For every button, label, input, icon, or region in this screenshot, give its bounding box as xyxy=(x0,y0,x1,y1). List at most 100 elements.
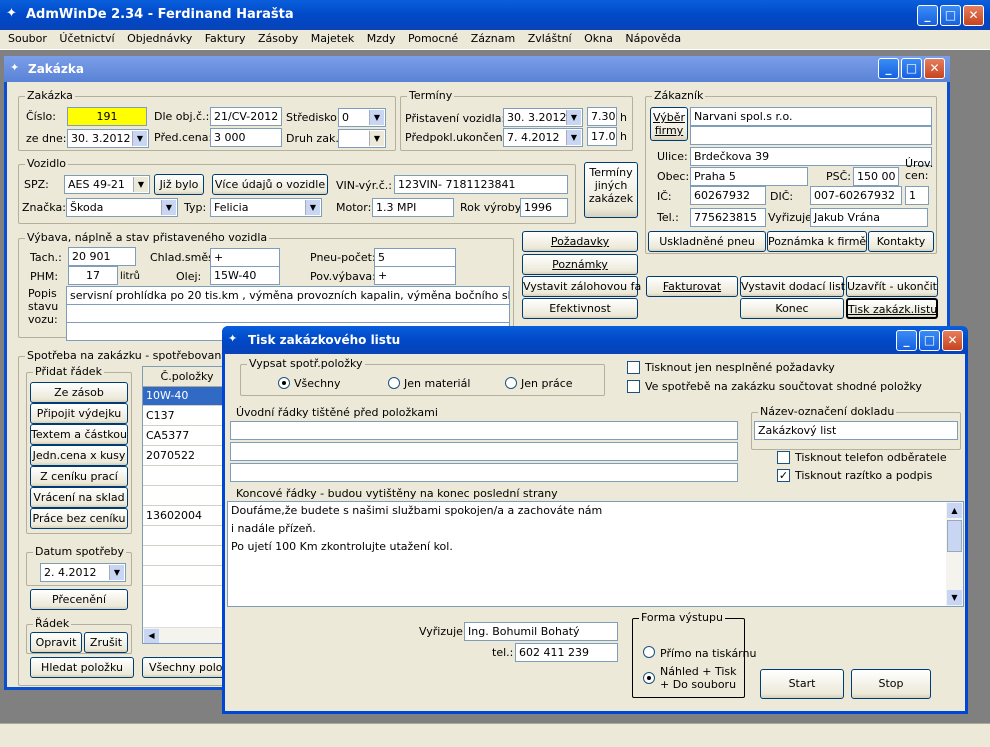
menu-zvlastni[interactable]: Zvláštní xyxy=(528,32,572,45)
scroll-left-icon[interactable]: ◀ xyxy=(144,629,159,643)
radio-jen-material[interactable] xyxy=(388,377,400,389)
uvodni-line-2[interactable] xyxy=(230,442,738,461)
minimize-button[interactable]: _ xyxy=(917,5,938,26)
pozadavky-button[interactable]: Požadavky xyxy=(522,231,638,252)
urov-field[interactable]: 1 xyxy=(905,186,929,205)
zakazka-maximize-button[interactable]: □ xyxy=(901,58,922,79)
efektivnost-button[interactable]: Efektivnost xyxy=(522,298,638,319)
prace-bez-ceniku-button[interactable]: Práce bez ceníku xyxy=(30,508,128,529)
koncovy-radek[interactable] xyxy=(228,592,945,606)
checkbox-telefon[interactable] xyxy=(777,451,790,464)
phm-field[interactable]: 17 xyxy=(68,266,118,285)
chevron-down-icon[interactable]: ▼ xyxy=(109,565,124,580)
koncovy-radek[interactable]: i nadále přízeň. xyxy=(228,520,945,539)
stop-button[interactable]: Stop xyxy=(851,669,931,699)
olej-field[interactable]: 15W-40 xyxy=(210,266,280,285)
radio-tiskarna[interactable] xyxy=(643,646,655,658)
opravit-button[interactable]: Opravit xyxy=(30,632,82,653)
menu-soubor[interactable]: Soubor xyxy=(8,32,47,45)
radio-vsechny[interactable] xyxy=(278,377,290,389)
kontakty-button[interactable]: Kontakty xyxy=(868,231,934,252)
menu-okna[interactable]: Okna xyxy=(584,32,613,45)
popis-line-1[interactable]: servisní prohlídka po 20 tis.km , výměna… xyxy=(66,286,510,305)
pov-field[interactable]: + xyxy=(374,266,456,285)
dialog-maximize-button[interactable]: □ xyxy=(919,330,940,351)
datum-spotreby-date[interactable]: 2. 4.2012 ▼ xyxy=(40,563,126,582)
zedne-date[interactable]: 30. 3.2012 ▼ xyxy=(67,129,149,148)
rok-field[interactable]: 1996 xyxy=(520,198,568,217)
zalohova-fa-button[interactable]: Vystavit zálohovou fa xyxy=(522,276,641,297)
dic-field[interactable]: 007-60267932 xyxy=(810,186,902,205)
col-header[interactable]: Č.položky xyxy=(143,367,231,387)
vyber-firmy-button[interactable]: Výběr firmy xyxy=(650,107,688,141)
table-row[interactable] xyxy=(143,467,231,486)
start-button[interactable]: Start xyxy=(760,669,844,699)
koncovy-radek[interactable]: Po ujetí 100 Km zkontrolujte utažení kol… xyxy=(228,538,945,557)
konec-button[interactable]: Konec xyxy=(740,298,844,319)
radio-nahled[interactable] xyxy=(643,672,655,684)
koncovy-radek[interactable]: Doufáme,že budete s našimi službami spok… xyxy=(228,502,945,521)
motor-field[interactable]: 1.3 MPI xyxy=(372,198,454,217)
scroll-down-icon[interactable]: ▼ xyxy=(947,590,962,605)
hledat-polozku-button[interactable]: Hledat položku xyxy=(30,657,134,678)
table-row[interactable] xyxy=(143,527,231,546)
poznamka-firme-button[interactable]: Poznámka k firmě xyxy=(767,231,867,252)
zrusit-button[interactable]: Zrušit xyxy=(84,632,128,653)
spz-combo[interactable]: AES 49-21 ▼ xyxy=(64,175,150,194)
dialog-vyrizuje-field[interactable]: Ing. Bohumil Bohatý xyxy=(464,622,618,641)
menu-ucetnictvi[interactable]: Účetnictví xyxy=(59,32,114,45)
ukonceni-time[interactable]: 17.0 xyxy=(587,127,617,146)
ukonceni-date[interactable]: 7. 4.2012 ▼ xyxy=(503,128,583,147)
zakazka-minimize-button[interactable]: _ xyxy=(878,58,899,79)
vyrizuje-field[interactable]: Jakub Vrána xyxy=(810,208,928,227)
menu-objednavky[interactable]: Objednávky xyxy=(127,32,192,45)
maximize-button[interactable]: □ xyxy=(940,5,961,26)
table-row[interactable]: CA5377 xyxy=(143,427,231,446)
menu-faktury[interactable]: Faktury xyxy=(205,32,246,45)
pristaveni-time[interactable]: 7.30 xyxy=(587,107,617,126)
vin-field[interactable]: 123VIN- 7181123841 xyxy=(394,175,568,194)
dodaci-list-button[interactable]: Vystavit dodací list xyxy=(740,276,845,297)
menu-mzdy[interactable]: Mzdy xyxy=(367,32,396,45)
chevron-down-icon[interactable]: ▼ xyxy=(566,110,581,125)
chevron-down-icon[interactable]: ▼ xyxy=(161,200,176,215)
pripojit-vydejku-button[interactable]: Připojit výdejku xyxy=(30,403,128,424)
dleobj-field[interactable]: 21/CV-2012 xyxy=(210,107,282,126)
table-row[interactable]: C137 xyxy=(143,407,231,426)
table-hscrollbar[interactable]: ◀ xyxy=(143,627,231,643)
checkbox-soucet[interactable] xyxy=(627,380,640,393)
preceneni-button[interactable]: Přecenění xyxy=(30,589,128,610)
table-row[interactable] xyxy=(143,567,231,586)
stredisko-combo[interactable]: 0 ▼ xyxy=(338,108,386,127)
dialog-minimize-button[interactable]: _ xyxy=(896,330,917,351)
scroll-thumb[interactable] xyxy=(947,520,962,552)
cislo-field[interactable]: 191 xyxy=(67,107,147,126)
vice-udaju-button[interactable]: Více údajů o vozidle xyxy=(212,174,328,195)
menu-zasoby[interactable]: Zásoby xyxy=(258,32,298,45)
chlad-field[interactable]: + xyxy=(210,248,280,267)
firma-field-2[interactable] xyxy=(690,126,932,145)
ulice-field[interactable]: Brdečkova 39 xyxy=(690,147,932,166)
popis-line-2[interactable] xyxy=(66,304,510,323)
terminy-zakazek-button[interactable]: Termíny jiných zakázek xyxy=(584,162,638,218)
table-row[interactable] xyxy=(143,547,231,566)
table-row[interactable]: 10W-40 xyxy=(143,387,231,406)
table-row[interactable]: 13602004 xyxy=(143,507,231,526)
menu-pomocne[interactable]: Pomocné xyxy=(408,32,458,45)
textem-castkou-button[interactable]: Textem a částkou xyxy=(30,424,128,445)
menu-majetek[interactable]: Majetek xyxy=(311,32,355,45)
vraceni-sklad-button[interactable]: Vrácení na sklad xyxy=(30,487,128,508)
predcena-field[interactable]: 3 000 xyxy=(210,128,282,147)
poznamky-button[interactable]: Poznámky xyxy=(522,254,638,275)
fakturovat-button[interactable]: Fakturovat xyxy=(646,276,738,297)
vsechny-polozky-button[interactable]: Všechny polož xyxy=(142,657,232,678)
scroll-up-icon[interactable]: ▲ xyxy=(947,503,962,518)
dialog-close-button[interactable]: ✕ xyxy=(942,330,963,351)
koncovy-radek[interactable] xyxy=(228,556,945,575)
tach-field[interactable]: 20 901 xyxy=(68,247,136,266)
psc-field[interactable]: 150 00 xyxy=(853,167,899,186)
chevron-down-icon[interactable]: ▼ xyxy=(369,110,384,125)
znacka-combo[interactable]: Škoda ▼ xyxy=(66,198,178,217)
jedn-cena-kusy-button[interactable]: Jedn.cena x kusy xyxy=(30,445,128,466)
tisk-zakazk-listu-button[interactable]: Tisk zakázk.listu xyxy=(846,298,938,319)
